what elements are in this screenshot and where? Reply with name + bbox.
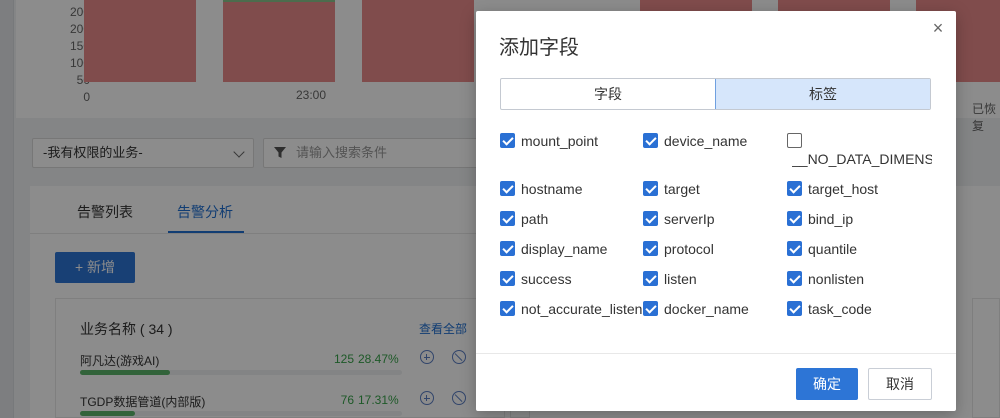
checkbox-checked-icon[interactable] [643, 241, 658, 256]
field-label: target [664, 181, 700, 197]
checkbox-checked-icon[interactable] [500, 133, 515, 148]
checkbox-checked-icon[interactable] [787, 271, 802, 286]
field-checkbox-item[interactable]: docker_name [643, 300, 749, 318]
field-label: hostname [521, 181, 583, 197]
field-checkbox-item[interactable]: listen [643, 270, 697, 288]
field-label: device_name [664, 133, 748, 149]
checkbox-checked-icon[interactable] [643, 133, 658, 148]
checkbox-checked-icon[interactable] [500, 301, 515, 316]
field-label-wrap: __NO_DATA_DIMENSI [792, 150, 932, 168]
field-label: nonlisten [808, 271, 865, 287]
field-label: target_host [808, 181, 879, 197]
checkbox-checked-icon[interactable] [500, 241, 515, 256]
dialog-footer: 确定 取消 [476, 353, 956, 411]
field-label: task_code [808, 301, 872, 317]
field-checkbox-item[interactable]: __NO_DATA_DIMENSI [787, 132, 932, 172]
checkbox-checked-icon[interactable] [787, 211, 802, 226]
field-checkbox-item[interactable]: device_name [643, 132, 747, 150]
field-checkbox-item[interactable]: target [643, 180, 700, 198]
field-checkbox-item[interactable]: display_name [500, 240, 607, 258]
field-label: quantile [808, 241, 858, 257]
checkbox-checked-icon[interactable] [643, 301, 658, 316]
field-label: mount_point [521, 133, 599, 149]
add-field-dialog: 添加字段 × 字段 标签 mount_point device_name __N… [476, 11, 956, 411]
field-label: bind_ip [808, 211, 854, 227]
field-tag-switch: 字段 标签 [500, 78, 931, 110]
checkbox-checked-icon[interactable] [500, 181, 515, 196]
segment-fields[interactable]: 字段 [501, 79, 715, 109]
dialog-title: 添加字段 [499, 37, 579, 59]
field-checkbox-item[interactable]: task_code [787, 300, 872, 318]
checkbox-unchecked-icon[interactable] [787, 133, 802, 148]
field-checkbox-item[interactable]: not_accurate_listen [500, 300, 643, 318]
field-checkbox-item[interactable]: path [500, 210, 548, 228]
field-checkbox-item[interactable]: target_host [787, 180, 878, 198]
field-checkbox-item[interactable]: quantile [787, 240, 857, 258]
field-label: listen [664, 271, 697, 287]
checkbox-checked-icon[interactable] [643, 271, 658, 286]
field-label: not_accurate_listen [521, 301, 643, 317]
field-label: serverIp [664, 211, 715, 227]
field-checkbox-item[interactable]: mount_point [500, 132, 598, 150]
checkbox-checked-icon[interactable] [643, 211, 658, 226]
field-checkbox-item[interactable]: serverIp [643, 210, 715, 228]
checkbox-checked-icon[interactable] [787, 181, 802, 196]
confirm-button[interactable]: 确定 [796, 368, 858, 400]
field-label: success [521, 271, 572, 287]
field-checkbox-item[interactable]: nonlisten [787, 270, 864, 288]
cancel-button[interactable]: 取消 [868, 368, 932, 400]
field-label: path [521, 211, 549, 227]
field-checkbox-item[interactable]: bind_ip [787, 210, 853, 228]
field-checkbox-item[interactable]: success [500, 270, 572, 288]
segment-tags[interactable]: 标签 [715, 79, 930, 109]
field-label: display_name [521, 241, 608, 257]
field-checkbox-item[interactable]: protocol [643, 240, 714, 258]
checkbox-checked-icon[interactable] [500, 271, 515, 286]
checkbox-checked-icon[interactable] [643, 181, 658, 196]
close-icon[interactable]: × [931, 19, 945, 37]
field-label: __NO_DATA_DIMENSI [792, 151, 932, 167]
checkbox-checked-icon[interactable] [787, 241, 802, 256]
field-label: docker_name [664, 301, 749, 317]
checkbox-checked-icon[interactable] [787, 301, 802, 316]
checkbox-checked-icon[interactable] [500, 211, 515, 226]
field-checkbox-item[interactable]: hostname [500, 180, 582, 198]
field-label: protocol [664, 241, 714, 257]
